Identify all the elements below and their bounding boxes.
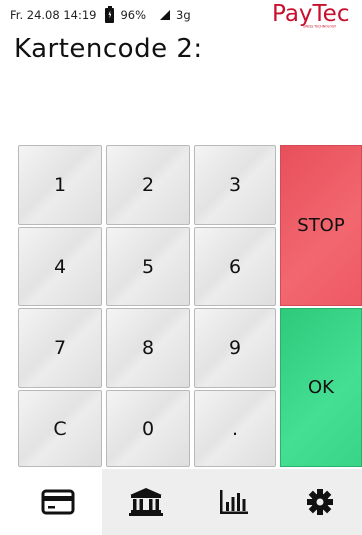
key-3[interactable]: 3 (194, 145, 276, 225)
key-clear[interactable]: C (18, 390, 102, 467)
tab-bank[interactable] (102, 469, 190, 535)
tab-settings[interactable] (278, 469, 362, 535)
tab-card-payment[interactable] (14, 469, 102, 535)
battery-charging-icon (105, 5, 115, 23)
tab-statistics[interactable] (190, 469, 278, 535)
card-icon (41, 489, 75, 515)
status-datetime: Fr. 24.08 14:19 (10, 8, 97, 22)
battery-percentage: 96% (120, 8, 147, 22)
key-7[interactable]: 7 (18, 308, 102, 388)
key-4[interactable]: 4 (18, 227, 102, 306)
stop-button[interactable]: STOP (280, 145, 362, 306)
key-6[interactable]: 6 (194, 227, 276, 306)
key-2[interactable]: 2 (106, 145, 190, 225)
key-1[interactable]: 1 (18, 145, 102, 225)
key-decimal[interactable]: . (194, 390, 276, 467)
signal-icon (160, 10, 171, 20)
key-9[interactable]: 9 (194, 308, 276, 388)
ok-button[interactable]: OK (280, 308, 362, 467)
key-5[interactable]: 5 (106, 227, 190, 306)
logo-text: PayTec (272, 1, 349, 27)
logo-tagline: SWISS TECHNOLOGY (303, 25, 336, 29)
paytec-logo: PayTec SWISS TECHNOLOGY (272, 0, 362, 30)
network-type: 3g (176, 8, 191, 22)
key-0[interactable]: 0 (106, 390, 190, 467)
page-title: Kartencode 2: (14, 34, 203, 64)
gear-icon (307, 489, 333, 515)
bottom-tab-bar (14, 469, 362, 535)
key-8[interactable]: 8 (106, 308, 190, 388)
bank-icon (129, 488, 163, 516)
bar-chart-icon (220, 490, 248, 514)
